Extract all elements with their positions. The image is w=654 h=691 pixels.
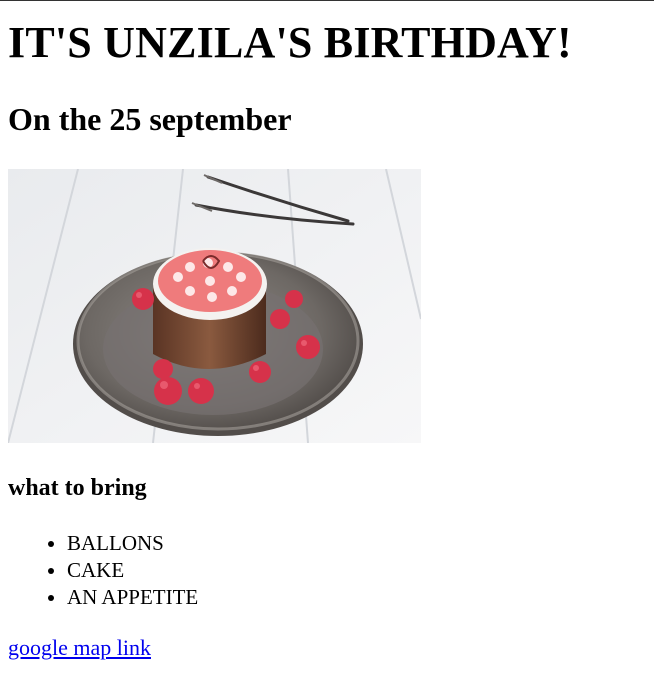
page-title: IT'S UNZILA'S BIRTHDAY! [8, 18, 572, 67]
page: IT'S UNZILA'S BIRTHDAY! On the 25 septem… [0, 1, 654, 661]
cake-photo [8, 169, 421, 443]
google-map-link[interactable]: google map link [8, 635, 151, 661]
date-heading: On the 25 september [8, 101, 292, 137]
list-item: BALLONS [67, 530, 654, 557]
bring-heading: what to bring [8, 475, 147, 501]
list-item: CAKE [67, 557, 654, 584]
bring-list: BALLONS CAKE AN APPETITE [8, 530, 654, 611]
list-item: AN APPETITE [67, 584, 654, 611]
